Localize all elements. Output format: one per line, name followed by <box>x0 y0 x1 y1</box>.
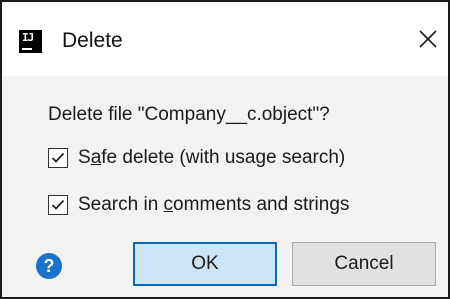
safe-delete-checkbox[interactable] <box>48 148 68 168</box>
search-comments-option[interactable]: Search in comments and strings <box>48 194 349 216</box>
intellij-app-icon: IJ <box>19 30 42 53</box>
close-icon <box>419 30 437 48</box>
help-icon: ? <box>43 255 55 276</box>
delete-dialog: IJ Delete Delete file "Company__c.object… <box>0 0 450 299</box>
dialog-title: Delete <box>62 29 123 52</box>
ok-button[interactable]: OK <box>133 242 277 286</box>
cancel-button[interactable]: Cancel <box>292 242 436 286</box>
checkmark-icon <box>51 199 65 210</box>
help-button[interactable]: ? <box>36 253 62 279</box>
title-bar: IJ Delete <box>2 2 448 76</box>
safe-delete-option[interactable]: Safe delete (with usage search) <box>48 147 345 169</box>
app-icon-text: IJ <box>22 31 34 44</box>
checkmark-icon <box>51 152 65 163</box>
search-comments-label: Search in comments and strings <box>78 194 350 215</box>
mnemonic-c: c <box>163 194 174 215</box>
delete-confirmation-message: Delete file "Company__c.object"? <box>48 104 330 125</box>
close-button[interactable] <box>412 22 444 56</box>
safe-delete-label: Safe delete (with usage search) <box>78 147 346 168</box>
mnemonic-a: a <box>90 147 102 168</box>
search-comments-checkbox[interactable] <box>48 195 68 215</box>
